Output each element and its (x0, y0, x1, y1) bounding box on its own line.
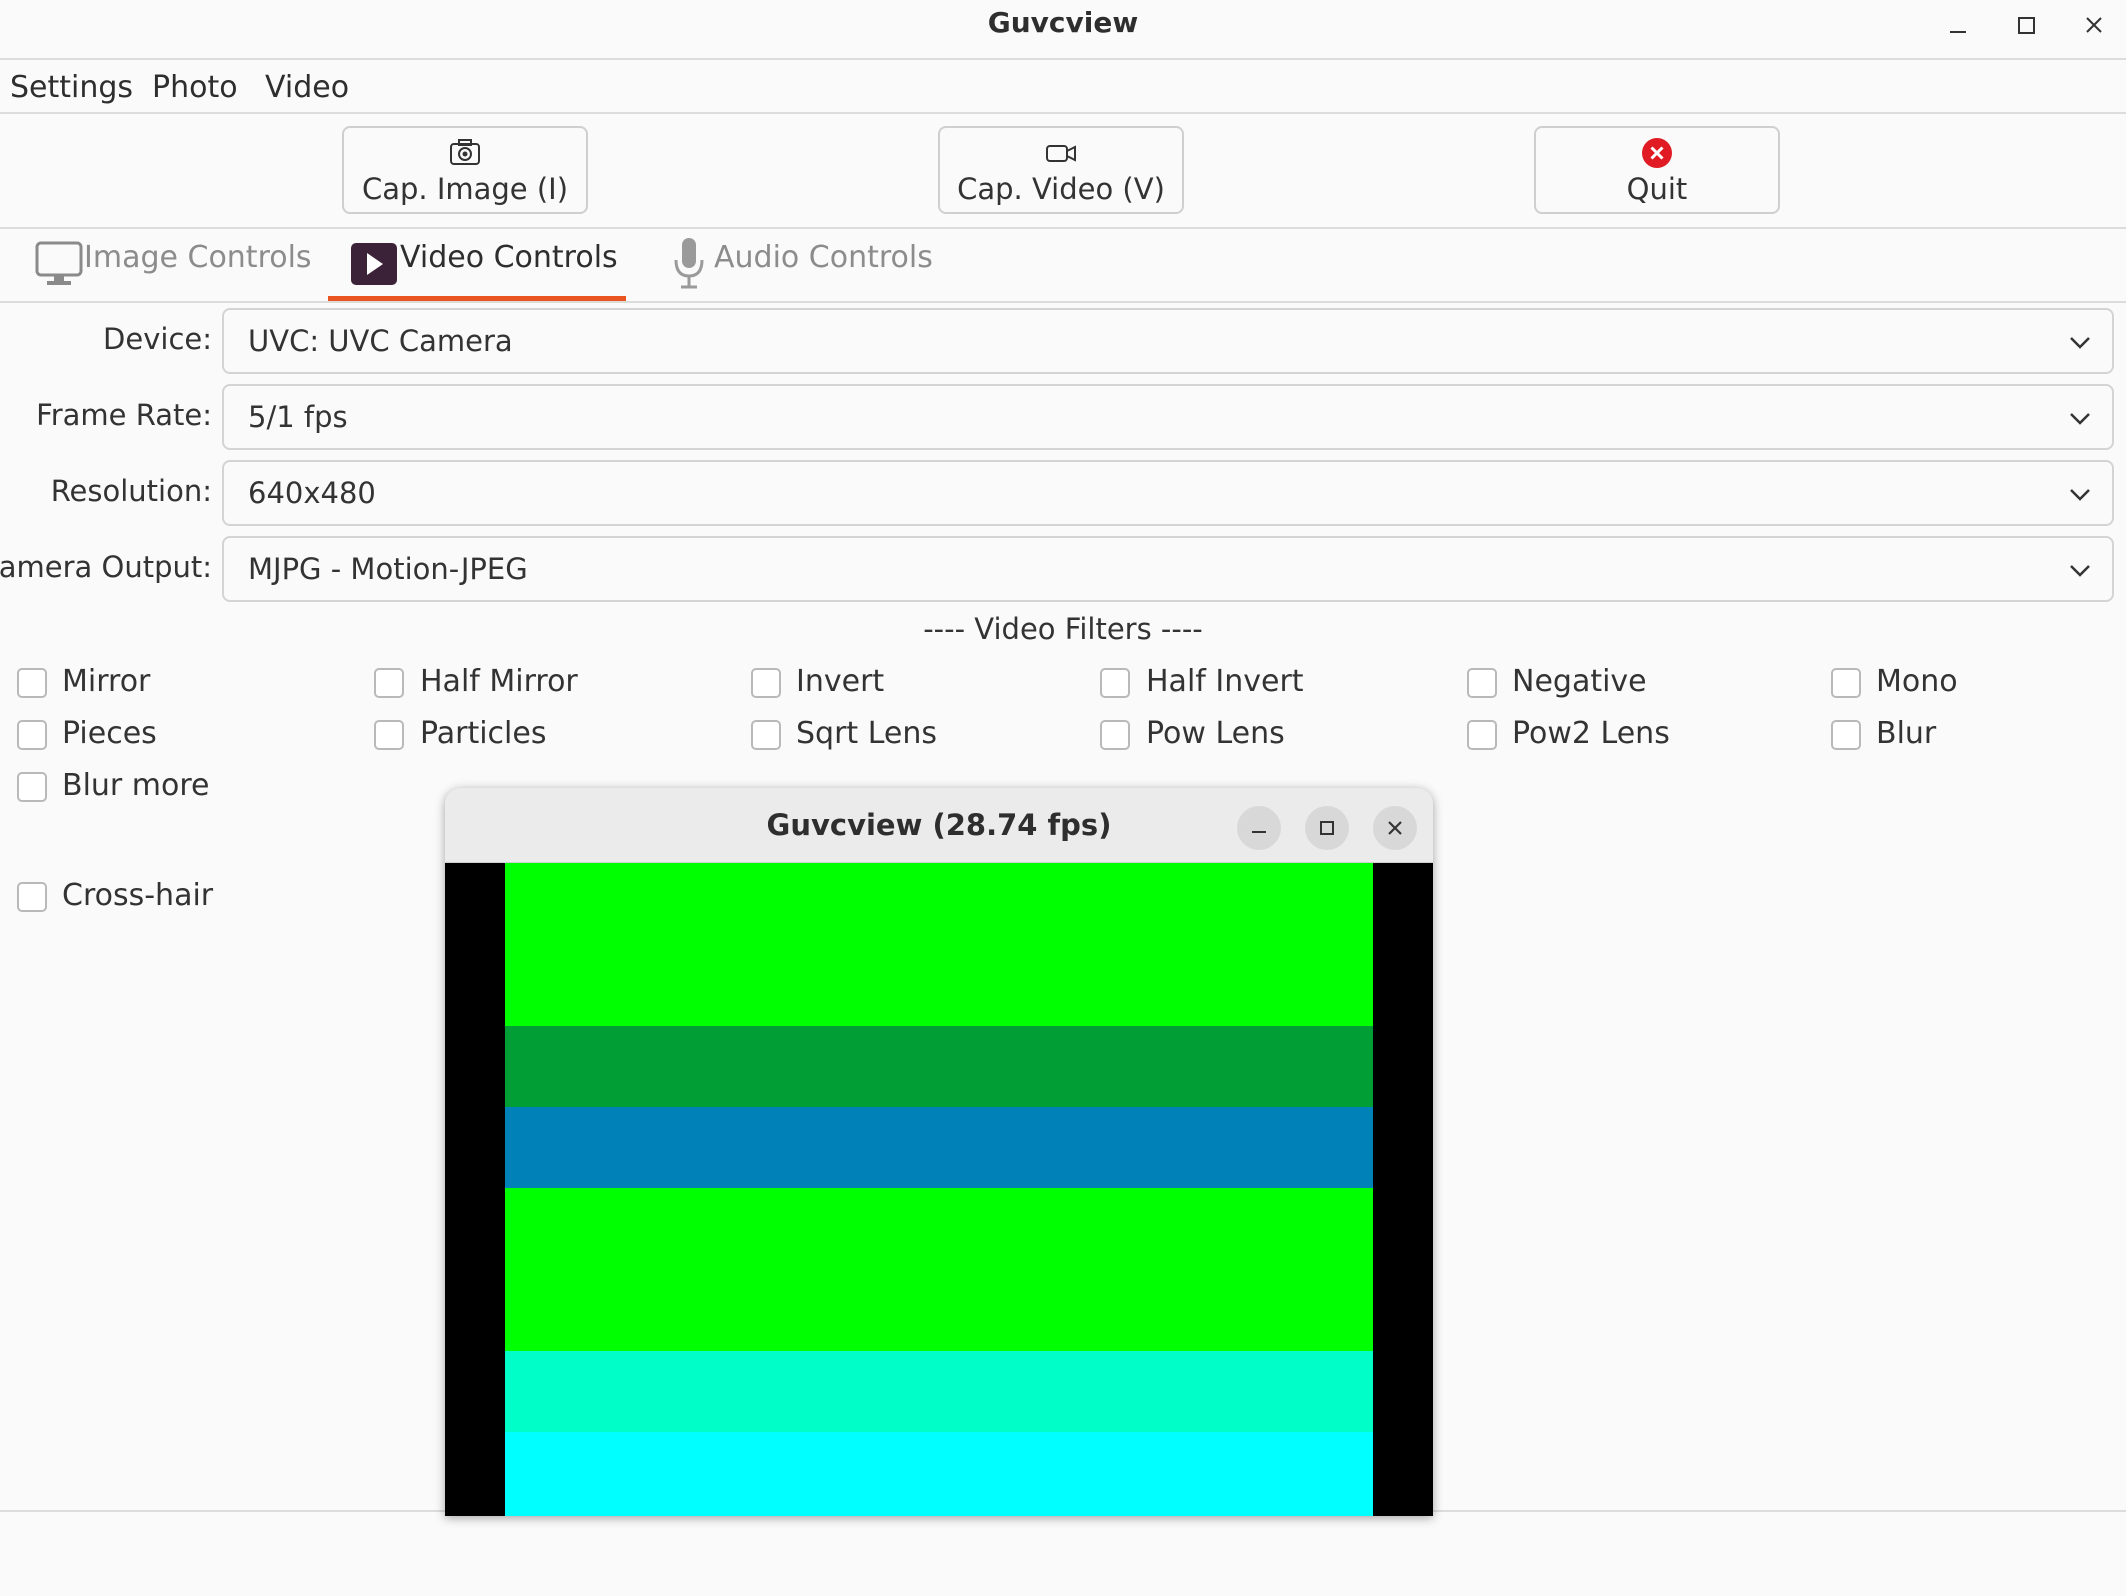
sqrt-lens-checkbox[interactable] (751, 720, 781, 750)
quit-icon (1536, 136, 1778, 170)
blur-checkbox[interactable] (1831, 720, 1861, 750)
particles-label: Particles (420, 716, 547, 751)
chevron-down-icon (2070, 489, 2090, 501)
resolution-label: Resolution: (50, 474, 212, 508)
preview-title-bar[interactable]: Guvcview (28.74 fps) (445, 788, 1433, 863)
tab-image-controls[interactable]: Image Controls (34, 234, 312, 298)
crosshair-checkbox[interactable] (17, 882, 47, 912)
sqrt-lens-label: Sqrt Lens (796, 716, 938, 751)
menu-bar: Settings Photo Video (0, 60, 2126, 114)
invert-checkbox[interactable] (751, 668, 781, 698)
tab-image-controls-label: Image Controls (84, 240, 312, 275)
tabs-separator (0, 301, 2126, 303)
pow2-lens-checkbox[interactable] (1467, 720, 1497, 750)
pow-lens-checkbox[interactable] (1100, 720, 1130, 750)
microphone-icon (672, 236, 706, 294)
video-stripe (505, 1432, 1373, 1516)
video-stripe (505, 1351, 1373, 1432)
toolbar-separator (0, 227, 2126, 229)
mono-checkbox[interactable] (1831, 668, 1861, 698)
negative-checkbox[interactable] (1467, 668, 1497, 698)
half-invert-label: Half Invert (1146, 664, 1304, 699)
frame-rate-value: 5/1 fps (248, 400, 348, 434)
menu-video[interactable]: Video (265, 70, 349, 105)
video-stripe (505, 1188, 1373, 1351)
chevron-down-icon (2070, 565, 2090, 577)
resolution-value: 640x480 (248, 476, 376, 510)
camera-icon (344, 136, 586, 170)
menu-photo[interactable]: Photo (152, 70, 238, 105)
pieces-label: Pieces (62, 716, 157, 751)
video-camera-icon (940, 136, 1182, 170)
monitor-icon (34, 238, 84, 292)
video-filters-heading: ---- Video Filters ---- (923, 612, 1203, 646)
device-select[interactable]: UVC: UVC Camera (222, 308, 2114, 374)
tab-video-controls[interactable]: Video Controls (350, 234, 626, 298)
capture-video-button[interactable]: Cap. Video (V) (938, 126, 1184, 214)
preview-minimize-icon[interactable] (1237, 806, 1281, 850)
play-icon (350, 242, 398, 290)
preview-title: Guvcview (28.74 fps) (766, 808, 1112, 842)
chevron-down-icon (2070, 413, 2090, 425)
mirror-label: Mirror (62, 664, 151, 699)
pow-lens-label: Pow Lens (1146, 716, 1285, 751)
tab-audio-controls[interactable]: Audio Controls (672, 234, 933, 298)
half-invert-checkbox[interactable] (1100, 668, 1130, 698)
frame-rate-select[interactable]: 5/1 fps (222, 384, 2114, 450)
window-title: Guvcview (987, 6, 1139, 39)
device-value: UVC: UVC Camera (248, 324, 513, 358)
half-mirror-checkbox[interactable] (374, 668, 404, 698)
blur-label: Blur (1876, 716, 1937, 751)
resolution-select[interactable]: 640x480 (222, 460, 2114, 526)
camera-output-value: MJPG - Motion-JPEG (248, 552, 528, 586)
close-icon[interactable] (2066, 4, 2122, 48)
half-mirror-label: Half Mirror (420, 664, 578, 699)
mono-label: Mono (1876, 664, 1958, 699)
negative-label: Negative (1512, 664, 1647, 699)
maximize-icon[interactable] (1998, 4, 2054, 48)
video-stripe (505, 1107, 1373, 1188)
particles-checkbox[interactable] (374, 720, 404, 750)
tab-audio-controls-label: Audio Controls (714, 240, 933, 275)
capture-image-button[interactable]: Cap. Image (I) (342, 126, 588, 214)
capture-video-label: Cap. Video (V) (957, 172, 1165, 206)
device-label: Device: (103, 322, 212, 356)
preview-maximize-icon[interactable] (1305, 806, 1349, 850)
quit-label: Quit (1626, 172, 1688, 206)
quit-button[interactable]: Quit (1534, 126, 1780, 214)
preview-window: Guvcview (28.74 fps) (445, 788, 1433, 1516)
pow2-lens-label: Pow2 Lens (1512, 716, 1670, 751)
video-stripe (505, 863, 1373, 1026)
menu-settings[interactable]: Settings (10, 70, 133, 105)
blur-more-label: Blur more (62, 768, 210, 803)
camera-output-label: Camera Output: (0, 550, 212, 584)
pieces-checkbox[interactable] (17, 720, 47, 750)
invert-label: Invert (796, 664, 885, 699)
preview-close-icon[interactable] (1373, 806, 1417, 850)
chevron-down-icon (2070, 337, 2090, 349)
crosshair-label: Cross-hair (62, 878, 214, 913)
capture-image-label: Cap. Image (I) (361, 172, 569, 206)
video-stripe (505, 1026, 1373, 1107)
camera-output-select[interactable]: MJPG - Motion-JPEG (222, 536, 2114, 602)
minimize-icon[interactable] (1930, 4, 1986, 48)
mirror-checkbox[interactable] (17, 668, 47, 698)
frame-rate-label: Frame Rate: (36, 398, 212, 432)
blur-more-checkbox[interactable] (17, 772, 47, 802)
title-bar: Guvcview (0, 0, 2126, 60)
video-preview (445, 863, 1433, 1516)
tab-video-controls-label: Video Controls (400, 240, 618, 275)
